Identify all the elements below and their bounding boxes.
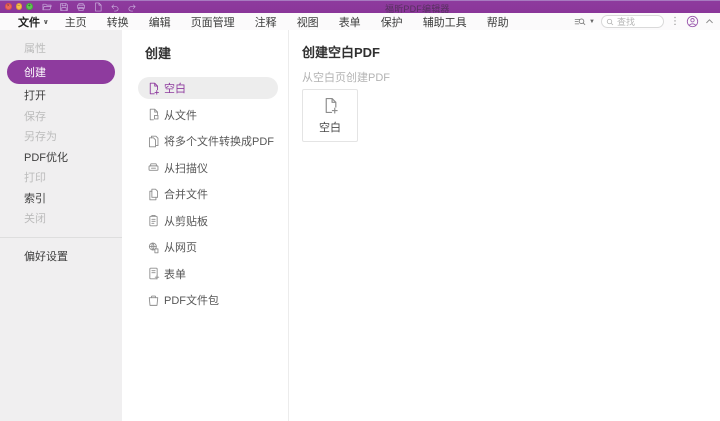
- menu-convert[interactable]: 转换: [97, 17, 139, 29]
- save-icon[interactable]: [59, 2, 69, 12]
- file-menu-sidebar: 属性创建 打开保存另存为 PDF优化打印索引关闭 偏好设置: [0, 30, 122, 421]
- close-window-button[interactable]: ×: [5, 3, 12, 10]
- sidebar-item-index[interactable]: 索引: [0, 188, 122, 209]
- search-icon: [606, 18, 614, 25]
- create-option-label: 将多个文件转换成PDF: [164, 136, 274, 148]
- app-window: × − + 福昕PDF编辑器 文件 ∨ 主页 转换 编辑 页面管理 注释 视图 表单 保护 辅助…: [0, 0, 720, 421]
- sidebar-item-save: 保存: [24, 110, 46, 123]
- sidebar-item-properties: 属性: [24, 43, 46, 56]
- combine-docs-icon: [147, 188, 160, 201]
- create-option-convert-multiple[interactable]: 将多个文件转换成PDF: [138, 130, 278, 152]
- menu-comment[interactable]: 注释: [245, 17, 287, 29]
- create-option-combine-files[interactable]: 合并文件: [138, 183, 278, 205]
- collapse-toolbar-icon[interactable]: [705, 17, 714, 26]
- create-option-form[interactable]: 表单: [138, 263, 278, 285]
- menu-form[interactable]: 表单: [329, 17, 371, 29]
- find-options-caret-icon[interactable]: ▼: [589, 19, 595, 25]
- menu-view[interactable]: 视图: [287, 17, 329, 29]
- create-options-panel: 创建 空白从文件将多个文件转换成PDF 从扫描仪合并文件从剪贴板从网页表单 PDF文…: [122, 30, 288, 421]
- multi-files-icon: [147, 135, 160, 148]
- menubar-right-controls: ▼ ⋮: [574, 15, 714, 28]
- form-doc-icon: [147, 267, 160, 280]
- doc-from-file-icon: [147, 108, 160, 121]
- minimize-window-button[interactable]: −: [15, 3, 22, 10]
- more-options-icon[interactable]: ⋮: [670, 16, 680, 27]
- create-option-label: 从网页: [164, 242, 197, 254]
- create-option-label: 空白: [164, 83, 186, 95]
- quick-access-toolbar: [42, 2, 137, 12]
- menu-file-label: 文件: [18, 16, 40, 29]
- sidebar-item-pdf-optimize[interactable]: PDF优化: [0, 147, 122, 168]
- search-input[interactable]: [617, 16, 659, 27]
- create-option-pdf-portfolio[interactable]: PDF文件包: [138, 289, 278, 311]
- account-icon[interactable]: [686, 15, 699, 28]
- titlebar: × − + 福昕PDF编辑器: [0, 0, 720, 14]
- create-option-label: 从剪贴板: [164, 215, 208, 228]
- sidebar-item-print: 打印: [24, 172, 46, 185]
- blank-card-label: 空白: [319, 121, 341, 134]
- detail-subtitle: 从空白页创建PDF: [302, 72, 390, 84]
- menu-help[interactable]: 帮助: [477, 17, 519, 29]
- new-doc-icon[interactable]: [93, 2, 103, 12]
- sidebar-item-close: 关闭: [24, 213, 46, 226]
- create-option-from-file[interactable]: 从文件: [138, 104, 278, 126]
- sidebar-item-open[interactable]: 打开: [0, 85, 122, 106]
- create-panel-title: 创建: [145, 46, 172, 61]
- traffic-lights: × − +: [5, 3, 33, 10]
- open-folder-icon[interactable]: [42, 2, 52, 12]
- detail-title: 创建空白PDF: [302, 45, 381, 60]
- create-options-list: 空白从文件将多个文件转换成PDF 从扫描仪合并文件从剪贴板从网页表单 PDF文件包: [122, 77, 288, 311]
- undo-icon[interactable]: [110, 2, 120, 12]
- sidebar-item-create[interactable]: 创建: [7, 60, 115, 84]
- sidebar-divider: [0, 236, 122, 238]
- create-option-label: 从文件: [164, 109, 197, 122]
- create-option-label: 从扫描仪: [164, 162, 208, 175]
- menu-items: 文件 ∨ 主页 转换 编辑 页面管理 注释 视图 表单 保护 辅助工具 帮助: [18, 14, 519, 30]
- create-option-label: 表单: [164, 268, 186, 281]
- backstage-content: 属性 创建 打开 保存 另存为 PDF优化 打印 索引 关闭 偏好设置 创建 空白 从文件 将多个文…: [0, 30, 720, 421]
- create-detail-panel: 创建空白PDF 从空白页创建PDF 空白: [288, 30, 720, 421]
- chevron-down-icon: ∨: [43, 18, 49, 26]
- menu-accessibility-tools[interactable]: 辅助工具: [413, 17, 477, 29]
- portfolio-icon: [147, 294, 160, 307]
- menu-file[interactable]: 文件 ∨: [18, 14, 55, 30]
- menu-protect[interactable]: 保护: [371, 17, 413, 29]
- create-option-label: PDF文件包: [164, 295, 219, 307]
- print-icon[interactable]: [76, 2, 86, 12]
- zoom-window-button[interactable]: +: [26, 3, 33, 10]
- menu-page-organize[interactable]: 页面管理: [181, 17, 245, 29]
- blank-pdf-card[interactable]: 空白: [302, 89, 358, 142]
- menu-edit[interactable]: 编辑: [139, 17, 181, 29]
- menu-home[interactable]: 主页: [55, 17, 97, 29]
- create-option-blank[interactable]: 空白: [138, 77, 278, 99]
- find-options-icon[interactable]: [574, 16, 586, 28]
- webpage-icon: [147, 241, 160, 254]
- scanner-icon: [147, 161, 160, 174]
- create-option-from-web[interactable]: 从网页: [138, 236, 278, 258]
- create-option-from-scanner[interactable]: 从扫描仪: [138, 157, 278, 179]
- create-option-from-clipboard[interactable]: 从剪贴板: [138, 210, 278, 232]
- menubar: 文件 ∨ 主页转换编辑页面管理注释视图表单保护辅助工具帮助 ▼ ⋮: [0, 13, 720, 30]
- sidebar-item-preferences[interactable]: 偏好设置: [0, 246, 122, 267]
- search-box[interactable]: [601, 15, 664, 28]
- blank-plus-doc-icon: [147, 82, 160, 95]
- window-title: 福昕PDF编辑器: [385, 4, 450, 14]
- blank-plus-doc-icon: [322, 97, 339, 114]
- create-option-label: 合并文件: [164, 189, 208, 201]
- sidebar-item-save-as: 另存为: [24, 131, 57, 144]
- redo-icon[interactable]: [127, 2, 137, 12]
- clipboard-icon: [147, 214, 160, 227]
